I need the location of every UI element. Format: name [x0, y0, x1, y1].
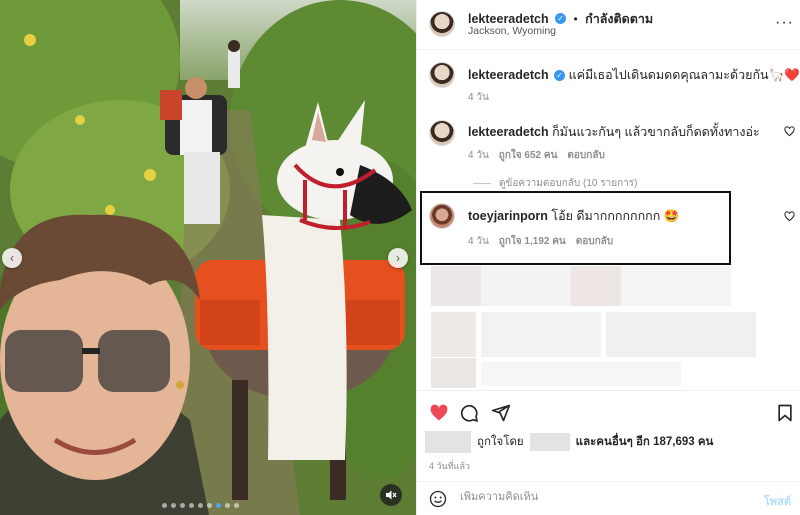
- liked-by-label: ถูกใจโดย: [477, 436, 524, 448]
- comment-text: ก็มันแวะกันๆ แล้วขากลับก็ดดทั้งทางอ่ะ: [552, 125, 760, 139]
- post-time[interactable]: 4 วันที่แล้ว: [429, 459, 470, 473]
- comment-time[interactable]: 4 วัน: [468, 148, 489, 163]
- action-bar: ถูกใจโดย และคนอื่นๆ อีก 187,693 คน 4 วัน…: [417, 390, 800, 480]
- verified-badge-icon: ✓: [554, 70, 566, 82]
- post-button[interactable]: โพสต์: [764, 492, 791, 510]
- share-icon[interactable]: [491, 403, 511, 423]
- caption-text: แค่มีเธอไปเดินดมดดคุณลามะด้วยกัน🦙❤️: [568, 68, 800, 82]
- carousel-dot: [171, 503, 176, 508]
- carousel-dot: [225, 503, 230, 508]
- carousel-dot: [198, 503, 203, 508]
- carousel-dot: [162, 503, 167, 508]
- blurred-comments: [431, 266, 797, 390]
- likes-count[interactable]: และคนอื่นๆ อีก 187,693 คน: [576, 433, 714, 451]
- likes-summary[interactable]: ถูกใจโดย และคนอื่นๆ อีก 187,693 คน: [425, 431, 713, 453]
- redacted-avatar: [425, 431, 471, 453]
- bookmark-icon[interactable]: [775, 403, 795, 423]
- view-replies-label: ดูข้อความตอบกลับ (10 รายการ): [499, 178, 638, 189]
- comment-text: โอ้ย ดีมากกกกกกกก 🤩: [551, 209, 680, 223]
- caption-time[interactable]: 4 วัน: [468, 90, 489, 105]
- comment-line: toeyjarinporn โอ้ย ดีมากกกกกกกก 🤩: [468, 206, 679, 226]
- next-slide-button[interactable]: ›: [388, 248, 408, 268]
- caption-meta: 4 วัน: [468, 90, 489, 105]
- location-link[interactable]: Jackson, Wyoming: [468, 25, 556, 37]
- reply-button[interactable]: ตอบกลับ: [576, 234, 613, 249]
- post-details-panel: lekteeradetch ✓ • กำลังติดตาม Jackson, W…: [416, 0, 800, 515]
- carousel-dot: [189, 503, 194, 508]
- carousel-dot: [216, 503, 221, 508]
- carousel-indicator: [162, 503, 239, 508]
- divider: [473, 183, 491, 184]
- comment-input[interactable]: [460, 491, 740, 503]
- avatar[interactable]: [429, 203, 455, 229]
- view-replies-button[interactable]: ดูข้อความตอบกลับ (10 รายการ): [473, 176, 637, 191]
- redacted-username: [529, 433, 570, 451]
- heart-outline-icon[interactable]: [784, 211, 795, 222]
- heart-filled-icon[interactable]: [429, 403, 449, 423]
- carousel-dot: [180, 503, 185, 508]
- speaker-muted-icon: [386, 490, 397, 500]
- highlighted-comment-frame: [420, 191, 731, 265]
- chevron-right-icon: ›: [396, 251, 400, 265]
- header-username[interactable]: lekteeradetch: [468, 12, 549, 26]
- carousel-dot: [234, 503, 239, 508]
- heart-outline-icon[interactable]: [784, 126, 795, 137]
- comment-time[interactable]: 4 วัน: [468, 234, 489, 249]
- comment-username[interactable]: toeyjarinporn: [468, 209, 548, 223]
- avatar[interactable]: [429, 120, 455, 146]
- mute-button[interactable]: [380, 484, 402, 506]
- post-header: lekteeradetch ✓ • กำลังติดตาม Jackson, W…: [417, 0, 800, 50]
- carousel-dot: [207, 503, 212, 508]
- chevron-left-icon: ‹: [10, 251, 14, 265]
- emoji-icon[interactable]: [429, 490, 447, 508]
- reply-button[interactable]: ตอบกลับ: [567, 148, 604, 163]
- previous-slide-button[interactable]: ‹: [2, 248, 22, 268]
- more-options-icon[interactable]: ···: [775, 14, 794, 32]
- comment-meta: 4 วัน ถูกใจ 652 คน ตอบกลับ: [468, 148, 605, 163]
- comment-likes[interactable]: ถูกใจ 1,192 คน: [499, 234, 566, 249]
- following-button[interactable]: กำลังติดตาม: [585, 12, 653, 26]
- photo-llama-selfie: [0, 0, 416, 515]
- comment-line: lekteeradetch ก็มันแวะกันๆ แล้วขากลับก็ด…: [468, 122, 760, 142]
- avatar[interactable]: [429, 62, 455, 88]
- caption-username[interactable]: lekteeradetch: [468, 68, 549, 82]
- comment-username[interactable]: lekteeradetch: [468, 125, 549, 139]
- post-media[interactable]: ‹ ›: [0, 0, 416, 515]
- comment-composer: โพสต์: [417, 481, 800, 515]
- comment-likes[interactable]: ถูกใจ 652 คน: [499, 148, 558, 163]
- comment-meta: 4 วัน ถูกใจ 1,192 คน ตอบกลับ: [468, 234, 613, 249]
- caption-line: lekteeradetch ✓ แค่มีเธอไปเดินดมดดคุณลาม…: [468, 65, 800, 85]
- avatar[interactable]: [429, 11, 455, 37]
- comment-icon[interactable]: [459, 403, 479, 423]
- verified-badge-icon: ✓: [555, 13, 567, 25]
- header-separator: •: [573, 12, 578, 26]
